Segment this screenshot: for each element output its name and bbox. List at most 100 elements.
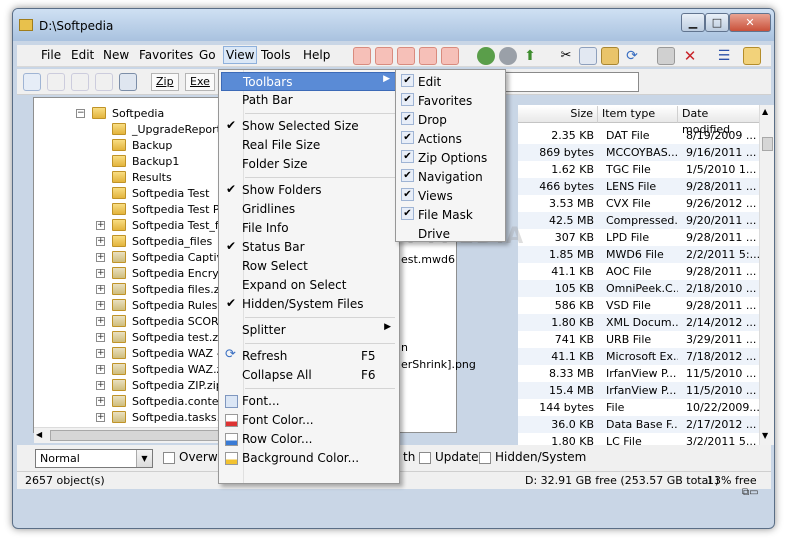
toolbars-submenu-item-file-mask[interactable]: ✔ File Mask bbox=[398, 206, 503, 225]
view-menu-item-path-bar[interactable]: Path Bar bbox=[221, 91, 397, 110]
list-row[interactable]: 3.53 MB CVX File 9/26/2012 ... bbox=[518, 195, 763, 212]
view-menu-item-expand-on-select[interactable]: Expand on Select bbox=[221, 276, 397, 295]
list-row[interactable]: 42.5 MB Compressed... 9/20/2011 ... bbox=[518, 212, 763, 229]
col-item-type[interactable]: Item type bbox=[598, 106, 678, 123]
col-size[interactable]: Size bbox=[518, 106, 598, 123]
expand-icon[interactable]: + bbox=[96, 269, 105, 278]
view-menu-item-hidden-system-files[interactable]: ✔ Hidden/System Files bbox=[221, 295, 397, 314]
expand-icon[interactable]: + bbox=[96, 253, 105, 262]
list-icon[interactable] bbox=[71, 73, 89, 91]
toolbars-submenu-item-views[interactable]: ✔ Views bbox=[398, 187, 503, 206]
toolbars-submenu-item-drop[interactable]: ✔ Drop bbox=[398, 111, 503, 130]
list-row[interactable]: 869 bytes MCCOYBAS... 9/16/2011 ... bbox=[518, 144, 763, 161]
large-icons-icon[interactable] bbox=[23, 73, 41, 91]
mail-icon[interactable] bbox=[353, 47, 371, 65]
toolbars-submenu-item-favorites[interactable]: ✔ Favorites bbox=[398, 92, 503, 111]
list-row[interactable]: 8.33 MB IrfanView P... 11/5/2010 ... bbox=[518, 365, 763, 382]
toolbars-submenu-item-navigation[interactable]: ✔ Navigation bbox=[398, 168, 503, 187]
toolbars-submenu-item-actions[interactable]: ✔ Actions bbox=[398, 130, 503, 149]
menu-new[interactable]: New bbox=[101, 48, 131, 62]
back-icon[interactable] bbox=[477, 47, 495, 65]
mail-icon[interactable] bbox=[441, 47, 459, 65]
toolbars-submenu-item-edit[interactable]: ✔ Edit bbox=[398, 73, 503, 92]
expand-icon[interactable]: + bbox=[96, 365, 105, 374]
copy-icon[interactable] bbox=[579, 47, 597, 65]
scroll-thumb[interactable] bbox=[762, 137, 773, 151]
view-menu-item-toolbars[interactable]: Toolbars ▶ bbox=[221, 72, 397, 91]
scroll-left-icon[interactable]: ◀ bbox=[36, 430, 42, 439]
list-row[interactable]: 586 KB VSD File 9/28/2011 ... bbox=[518, 297, 763, 314]
cut-icon[interactable]: ✂ bbox=[557, 47, 575, 65]
menu-tools[interactable]: Tools bbox=[259, 48, 293, 62]
view-menu-item-collapse-all[interactable]: Collapse All F6 bbox=[221, 366, 397, 385]
view-menu-item-status-bar[interactable]: ✔ Status Bar bbox=[221, 238, 397, 257]
zip-filter-button[interactable]: Zip bbox=[151, 73, 179, 91]
hidden-system-checkbox[interactable] bbox=[479, 452, 491, 464]
menu-favorites[interactable]: Favorites bbox=[137, 48, 195, 62]
view-menu-item-show-folders[interactable]: ✔ Show Folders bbox=[221, 181, 397, 200]
list-row[interactable]: 15.4 MB IrfanView P... 11/5/2010 ... bbox=[518, 382, 763, 399]
menu-view[interactable]: View bbox=[223, 46, 258, 64]
view-menu-item-font-color[interactable]: Font Color... bbox=[221, 411, 397, 430]
list-row[interactable]: 1.85 MB MWD6 File 2/2/2011 5:... bbox=[518, 246, 763, 263]
view-menu-item-gridlines[interactable]: Gridlines bbox=[221, 200, 397, 219]
view-menu-item-file-info[interactable]: File Info bbox=[221, 219, 397, 238]
expand-icon[interactable]: + bbox=[96, 237, 105, 246]
view-menu-item-font[interactable]: Font... bbox=[221, 392, 397, 411]
expand-icon[interactable]: + bbox=[96, 317, 105, 326]
collapse-icon[interactable]: − bbox=[76, 109, 85, 118]
view-menu-item-background-color[interactable]: Background Color... bbox=[221, 449, 397, 468]
menu-edit[interactable]: Edit bbox=[69, 48, 96, 62]
new-folder-icon[interactable] bbox=[743, 47, 761, 65]
list-row[interactable]: 307 KB LPD File 9/28/2011 ... bbox=[518, 229, 763, 246]
list-scrollbar[interactable]: ▲ ▼ bbox=[759, 105, 774, 445]
tree-scrollbar[interactable]: ◀ bbox=[34, 427, 224, 443]
file-mask-input[interactable] bbox=[505, 72, 639, 92]
delete-icon[interactable]: ✕ bbox=[681, 47, 699, 65]
menu-go[interactable]: Go bbox=[197, 48, 218, 62]
col-date-modified[interactable]: Date modified bbox=[678, 106, 763, 136]
toolbars-submenu-item-zip-options[interactable]: ✔ Zip Options bbox=[398, 149, 503, 168]
list-row[interactable]: 144 bytes File 10/22/2009... bbox=[518, 399, 763, 416]
expand-icon[interactable]: + bbox=[96, 349, 105, 358]
view-menu-item-row-color[interactable]: Row Color... bbox=[221, 430, 397, 449]
list-row[interactable]: 1.80 KB XML Docum... 2/14/2012 ... bbox=[518, 314, 763, 331]
maximize-button[interactable]: □ bbox=[705, 13, 729, 32]
view-menu-item-real-file-size[interactable]: Real File Size bbox=[221, 136, 397, 155]
chevron-down-icon[interactable]: ▼ bbox=[136, 450, 152, 467]
scroll-up-icon[interactable]: ▲ bbox=[762, 107, 768, 116]
mode-select[interactable]: Normal ▼ bbox=[35, 449, 153, 468]
list-row[interactable]: 41.1 KB Microsoft Ex... 7/18/2012 ... bbox=[518, 348, 763, 365]
small-icons-icon[interactable] bbox=[47, 73, 65, 91]
close-button[interactable]: ✕ bbox=[729, 13, 771, 32]
expand-icon[interactable]: + bbox=[96, 333, 105, 342]
menu-file[interactable]: File bbox=[39, 48, 63, 62]
up-icon[interactable]: ⬆ bbox=[521, 47, 539, 65]
paste-icon[interactable] bbox=[601, 47, 619, 65]
expand-icon[interactable]: + bbox=[96, 413, 105, 422]
update-checkbox[interactable] bbox=[419, 452, 431, 464]
list-row[interactable]: 41.1 KB AOC File 9/28/2011 ... bbox=[518, 263, 763, 280]
list-view-icon[interactable]: ☰ bbox=[715, 47, 733, 65]
mail-icon[interactable] bbox=[375, 47, 393, 65]
toolbars-submenu-item-drive[interactable]: Drive bbox=[398, 225, 503, 244]
details-icon[interactable] bbox=[95, 73, 113, 91]
expand-icon[interactable]: + bbox=[96, 301, 105, 310]
list-row[interactable]: 36.0 KB Data Base F... 2/17/2012 ... bbox=[518, 416, 763, 433]
mail-icon[interactable] bbox=[419, 47, 437, 65]
scroll-thumb[interactable] bbox=[50, 430, 224, 441]
list-row[interactable]: 2.35 KB DAT File 8/19/2009 ... bbox=[518, 127, 763, 144]
view-menu-item-folder-size[interactable]: Folder Size bbox=[221, 155, 397, 174]
view-menu-item-refresh[interactable]: ⟳ Refresh F5 bbox=[221, 347, 397, 366]
expand-icon[interactable]: + bbox=[96, 221, 105, 230]
title-bar[interactable]: D:\Softpedia ▁ □ ✕ bbox=[13, 9, 774, 41]
expand-icon[interactable]: + bbox=[96, 285, 105, 294]
list-row[interactable]: 1.62 KB TGC File 1/5/2010 1... bbox=[518, 161, 763, 178]
forward-icon[interactable] bbox=[499, 47, 517, 65]
file-list[interactable]: Size Item type Date modified 2.35 KB DAT … bbox=[518, 105, 774, 448]
view-menu-item-row-select[interactable]: Row Select bbox=[221, 257, 397, 276]
list-row[interactable]: 466 bytes LENS File 9/28/2011 ... bbox=[518, 178, 763, 195]
grid-icon[interactable] bbox=[119, 73, 137, 91]
view-menu-item-show-selected-size[interactable]: ✔ Show Selected Size bbox=[221, 117, 397, 136]
expand-icon[interactable]: + bbox=[96, 381, 105, 390]
